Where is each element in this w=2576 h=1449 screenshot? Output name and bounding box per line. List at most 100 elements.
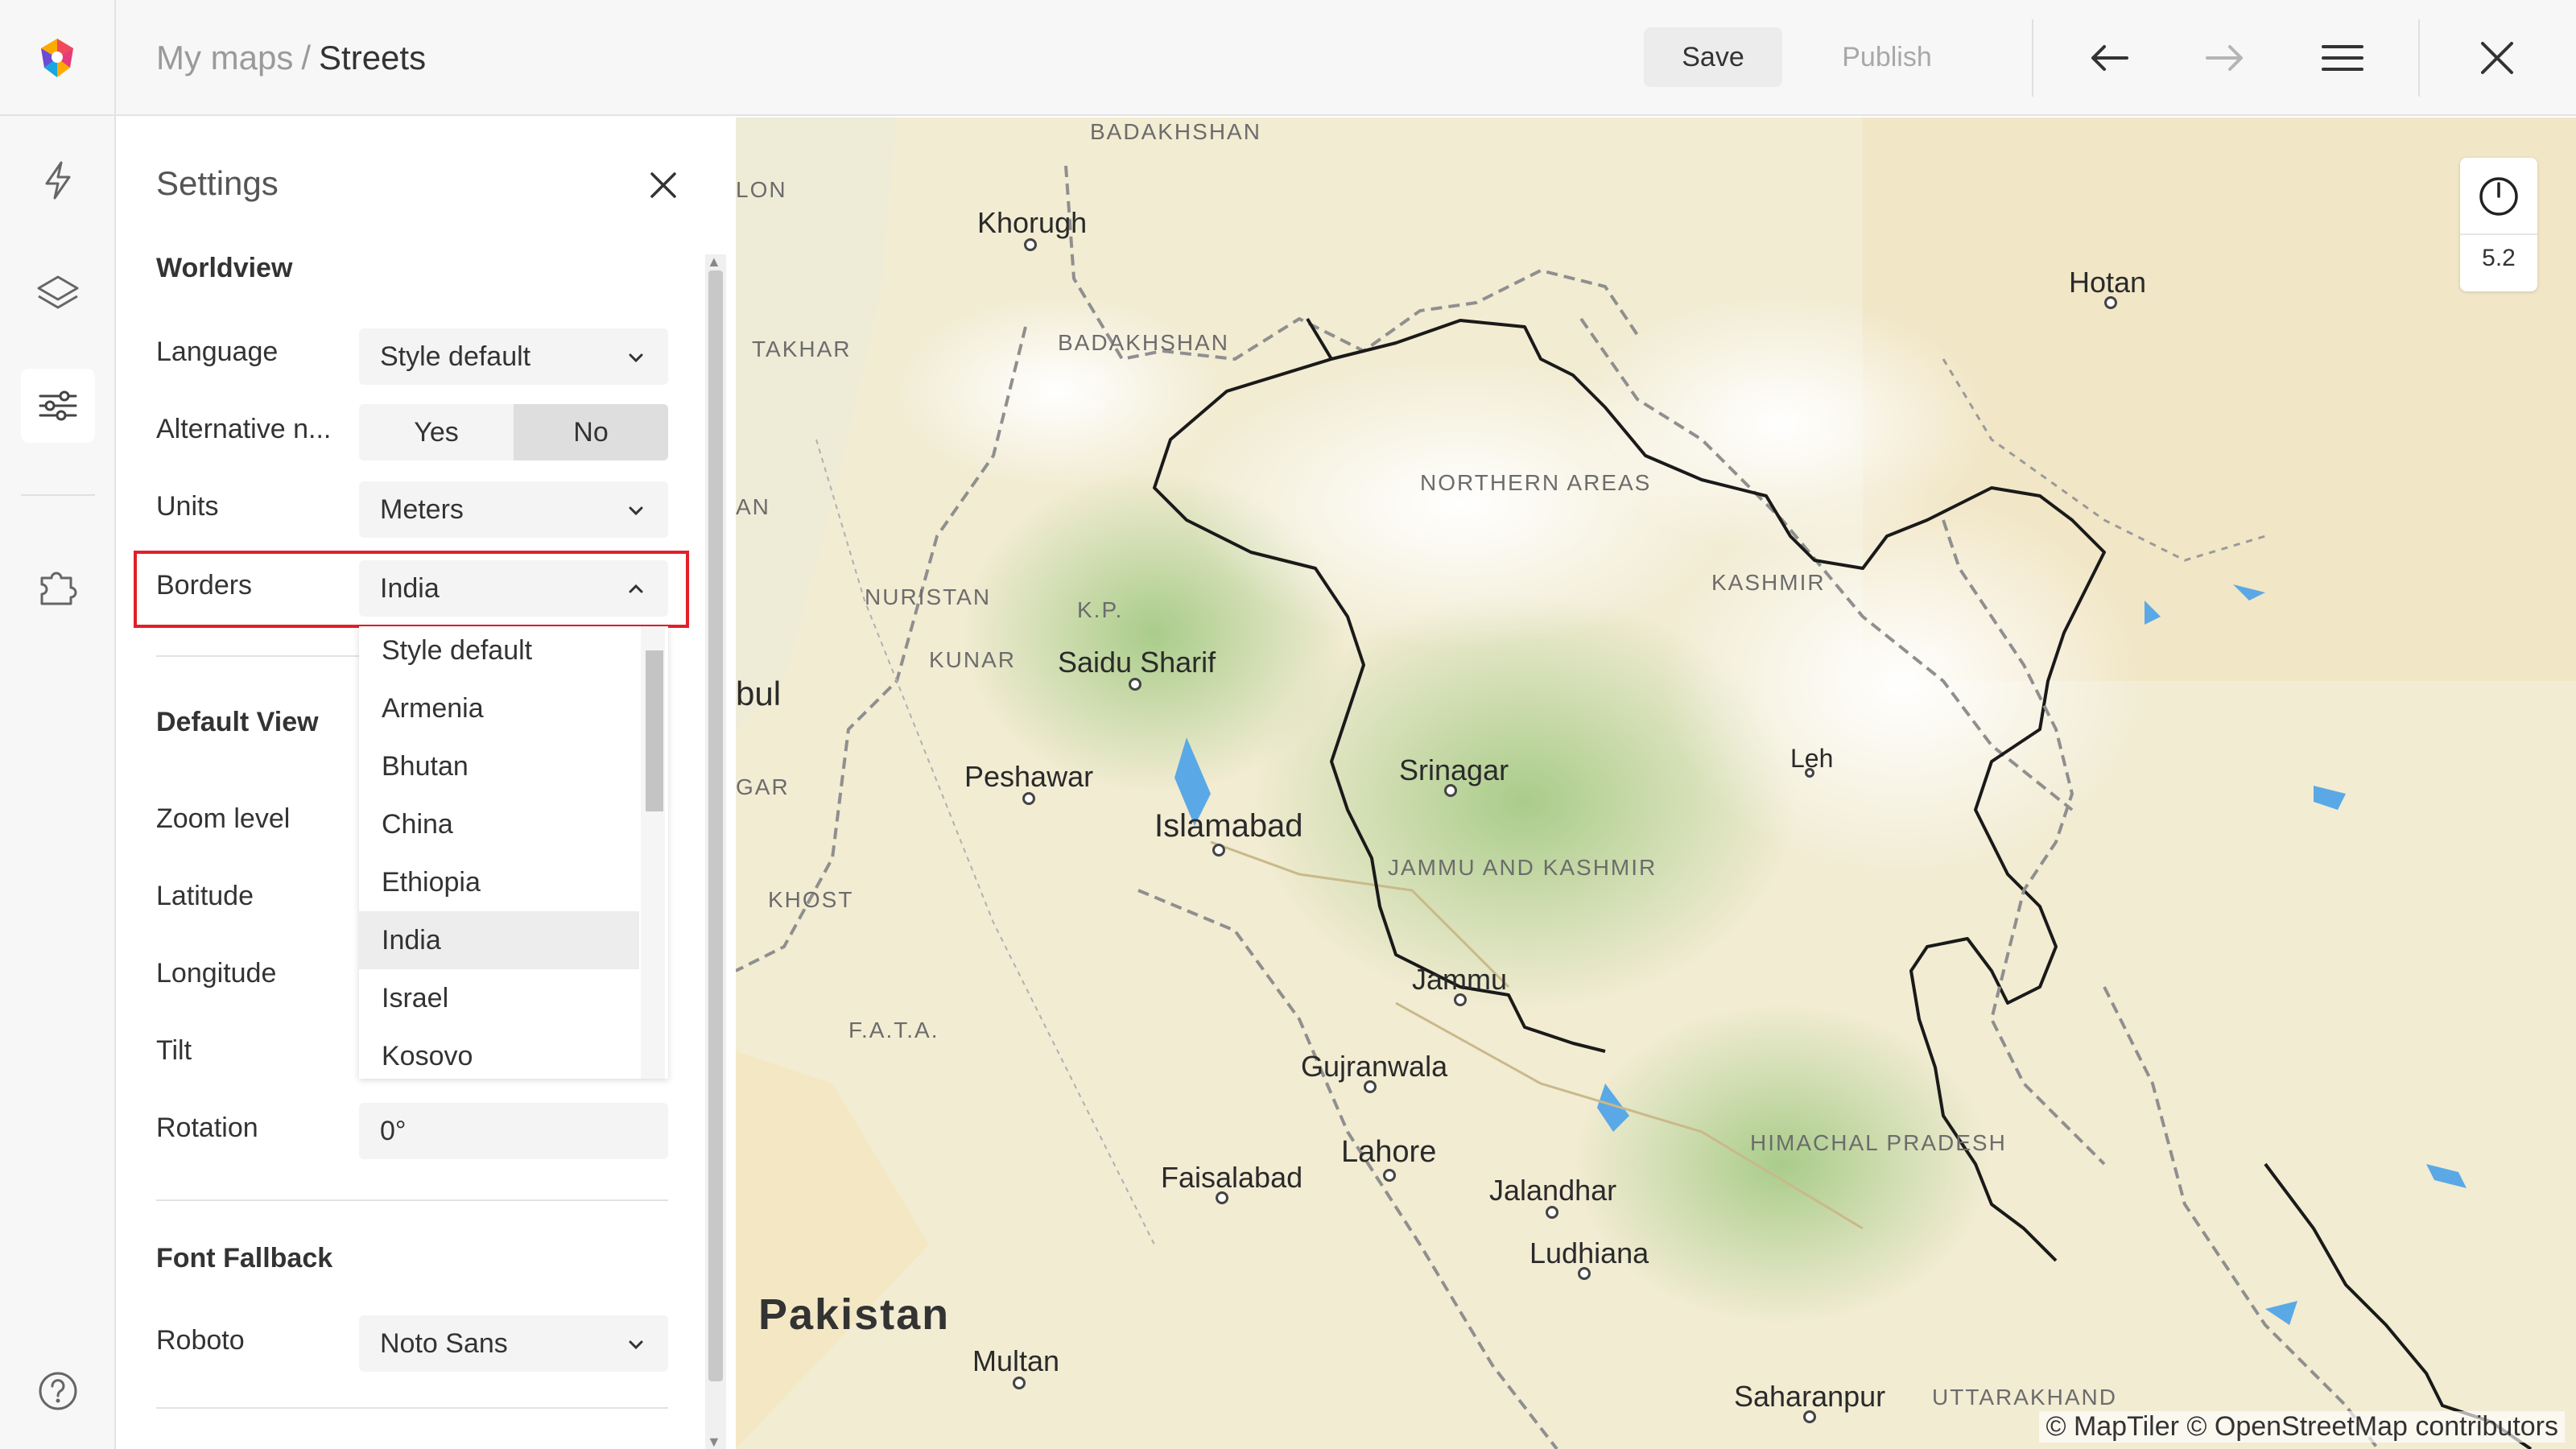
toolbar-divider (2032, 19, 2033, 97)
rotation-input[interactable]: 0° (359, 1103, 668, 1159)
region-label: KHOST (768, 887, 854, 912)
panel-scrollbar[interactable]: ▲ ▼ (705, 254, 726, 1449)
top-bar: My maps / Streets Save Publish (0, 0, 2576, 116)
worldview-section-title: Worldview (156, 253, 293, 283)
borders-dropdown-list: Style default Armenia Bhutan China Ethio… (359, 626, 668, 1079)
city-dot (1212, 844, 1225, 857)
layers-icon[interactable] (21, 256, 95, 330)
save-button[interactable]: Save (1644, 27, 1782, 87)
borders-option[interactable]: Israel (359, 969, 639, 1027)
city-dot (1022, 792, 1035, 805)
region-label: JAMMU AND KASHMIR (1388, 855, 1657, 880)
control-divider (2460, 233, 2537, 235)
city-label: bul (736, 675, 782, 712)
city-dot (1364, 1080, 1377, 1093)
borders-option[interactable]: China (359, 795, 639, 853)
borders-option[interactable]: Style default (359, 626, 639, 679)
city-dot (2104, 296, 2117, 309)
city-label: Faisalabad (1161, 1161, 1303, 1194)
redo-arrow-icon[interactable] (2196, 29, 2254, 87)
dropdown-scrollbar-thumb[interactable] (646, 650, 663, 811)
tilt-label: Tilt (156, 1035, 192, 1066)
alternative-names-yes[interactable]: Yes (359, 404, 514, 460)
close-icon[interactable] (2468, 29, 2526, 87)
city-label: Ludhiana (1530, 1236, 1649, 1269)
region-label: GAR (736, 774, 790, 799)
city-dot (1803, 1410, 1816, 1423)
city-label: Srinagar (1399, 753, 1509, 786)
language-value: Style default (380, 341, 531, 372)
region-label: UTTARAKHAND (1932, 1385, 2117, 1410)
settings-title: Settings (156, 164, 279, 202)
chevron-up-icon (623, 576, 649, 602)
breadcrumb-current: Streets (319, 39, 427, 76)
region-label: KUNAR (929, 647, 1017, 672)
lightning-icon[interactable] (21, 143, 95, 217)
scroll-up-arrow-icon[interactable]: ▲ (707, 254, 721, 269)
map-compass-control[interactable]: 5.2 (2460, 158, 2537, 291)
roboto-label: Roboto (156, 1325, 245, 1356)
city-dot (1024, 238, 1037, 251)
city-label: Peshawar (964, 760, 1094, 793)
city-dot (1444, 784, 1457, 797)
chevron-down-icon (623, 345, 649, 370)
dropdown-scrollbar[interactable] (641, 626, 665, 1079)
left-rail (0, 116, 116, 1449)
city-label: Jalandhar (1489, 1174, 1617, 1207)
region-label: NORTHERN AREAS (1420, 470, 1652, 495)
units-select[interactable]: Meters (359, 481, 668, 538)
city-dot (1383, 1169, 1396, 1182)
font-fallback-section-title: Font Fallback (156, 1243, 333, 1274)
compass-icon[interactable] (2478, 175, 2520, 217)
toolbar-divider (2418, 19, 2420, 97)
breadcrumb-my-maps[interactable]: My maps (156, 39, 293, 76)
borders-option[interactable]: Armenia (359, 679, 639, 737)
rotation-value: 0° (380, 1115, 407, 1146)
units-label: Units (156, 491, 219, 522)
borders-option[interactable]: Bhutan (359, 737, 639, 795)
city-label: Lahore (1341, 1135, 1437, 1169)
map-attribution[interactable]: © MapTiler © OpenStreetMap contributors (2039, 1411, 2565, 1443)
region-label: TAKHAR (752, 336, 852, 361)
city-dot (1013, 1377, 1026, 1389)
alternative-names-label: Alternative n... (156, 414, 332, 444)
maptiler-logo[interactable] (0, 0, 116, 116)
region-label: HIMACHAL PRADESH (1750, 1130, 2007, 1155)
city-label: Khorugh (977, 206, 1088, 239)
sliders-icon[interactable] (21, 369, 95, 443)
language-label: Language (156, 336, 279, 367)
roboto-fallback-value: Noto Sans (380, 1327, 508, 1359)
borders-label: Borders (156, 570, 253, 601)
borders-value: India (380, 572, 440, 604)
borders-option-selected[interactable]: India (359, 911, 639, 969)
menu-icon[interactable] (2314, 29, 2372, 87)
borders-select[interactable]: India (359, 560, 668, 617)
default-view-section-title: Default View (156, 707, 319, 737)
alternative-names-no[interactable]: No (514, 404, 668, 460)
chevron-down-icon (623, 1331, 649, 1357)
publish-button[interactable]: Publish (1811, 27, 1963, 87)
city-label: Saharanpur (1734, 1380, 1886, 1413)
section-divider (156, 1199, 668, 1201)
panel-scrollbar-thumb[interactable] (708, 270, 723, 1381)
roboto-fallback-select[interactable]: Noto Sans (359, 1315, 668, 1372)
region-label: K.P. (1077, 597, 1124, 622)
puzzle-icon[interactable] (21, 549, 95, 623)
close-settings-icon[interactable] (641, 163, 686, 208)
city-dot (1578, 1267, 1591, 1280)
city-label: Gujranwala (1301, 1050, 1448, 1083)
help-icon[interactable] (21, 1354, 95, 1428)
map-canvas[interactable]: BADAKHSHAN BADAKHSHAN TAKHAR NORTHERN AR… (736, 118, 2576, 1449)
borders-option[interactable]: Kosovo (359, 1027, 639, 1079)
city-label: Jammu (1412, 963, 1508, 996)
undo-arrow-icon[interactable] (2080, 29, 2138, 87)
city-dot (1454, 993, 1467, 1006)
units-value: Meters (380, 493, 464, 525)
scroll-down-arrow-icon[interactable]: ▼ (707, 1435, 721, 1449)
region-label: F.A.T.A. (848, 1018, 939, 1042)
city-label: Saidu Sharif (1058, 646, 1216, 679)
region-label: AN (736, 494, 770, 519)
section-divider (156, 1407, 668, 1409)
borders-option[interactable]: Ethiopia (359, 853, 639, 911)
language-select[interactable]: Style default (359, 328, 668, 385)
